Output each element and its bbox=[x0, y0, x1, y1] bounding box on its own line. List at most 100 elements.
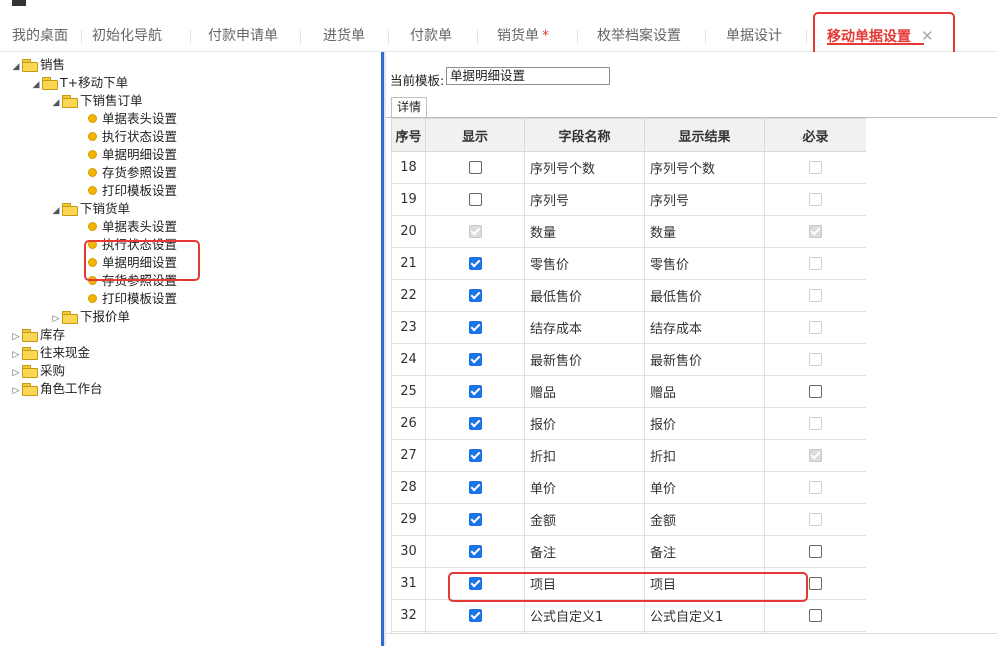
display-result-cell[interactable]: 项目 bbox=[644, 567, 765, 600]
collapsed-triangle-icon[interactable]: ▷ bbox=[11, 382, 21, 400]
tree-leaf-delivery-status-settings[interactable]: 执行状态设置 bbox=[88, 236, 177, 254]
active-tab-underline bbox=[827, 43, 924, 45]
display-result-cell[interactable]: 最低售价 bbox=[644, 279, 765, 312]
tab-my-desktop[interactable]: 我的桌面 bbox=[12, 22, 68, 50]
show-checkbox[interactable] bbox=[468, 385, 482, 398]
leaf-dot-icon bbox=[88, 240, 97, 249]
tab-mobile-document-settings[interactable]: 移动单据设置 ✕ bbox=[827, 22, 934, 50]
required-checkbox[interactable] bbox=[809, 385, 822, 398]
show-checkbox[interactable] bbox=[468, 193, 482, 206]
field-name-cell: 赠品 bbox=[524, 375, 645, 408]
tab-sales-delivery[interactable]: 销货单 * bbox=[497, 22, 549, 50]
display-result-cell[interactable]: 公式自定义1 bbox=[644, 599, 765, 632]
tree-node-sales-delivery[interactable]: ◢ 下销货单 bbox=[51, 200, 130, 218]
tree-node-sales-order[interactable]: ◢ 下销售订单 bbox=[51, 92, 143, 110]
tree-leaf-order-detail-settings[interactable]: 单据明细设置 bbox=[88, 146, 177, 164]
tree-node-label: 销售 bbox=[40, 57, 66, 72]
column-header-no: 序号 bbox=[391, 118, 426, 152]
tab-document-design[interactable]: 单据设计 bbox=[726, 22, 782, 50]
folder-icon bbox=[42, 77, 58, 90]
display-result-cell[interactable]: 金额 bbox=[644, 503, 765, 536]
required-cell bbox=[764, 471, 866, 504]
display-result-cell[interactable]: 序列号个数 bbox=[644, 151, 765, 184]
tab-divider bbox=[300, 30, 301, 44]
show-checkbox[interactable] bbox=[468, 449, 482, 462]
display-result-cell[interactable]: 赠品 bbox=[644, 375, 765, 408]
show-checkbox[interactable] bbox=[468, 257, 482, 270]
tree-node-sales[interactable]: ◢ 销售 bbox=[11, 56, 65, 74]
display-result-cell[interactable]: 单价 bbox=[644, 471, 765, 504]
tab-init-navigation[interactable]: 初始化导航 bbox=[92, 22, 162, 50]
display-result-cell[interactable]: 最新售价 bbox=[644, 343, 765, 376]
tab-label: 付款申请单 bbox=[208, 28, 278, 44]
tree-leaf-delivery-print-template[interactable]: 打印模板设置 bbox=[88, 290, 177, 308]
tab-enum-archive-settings[interactable]: 枚举档案设置 bbox=[597, 22, 681, 50]
tab-payment-request[interactable]: 付款申请单 bbox=[208, 22, 278, 50]
show-checkbox[interactable] bbox=[468, 545, 482, 558]
required-cell bbox=[764, 439, 866, 472]
tree-node-role-workbench[interactable]: ▷ 角色工作台 bbox=[11, 380, 103, 398]
show-checkbox[interactable] bbox=[468, 609, 482, 622]
tree-leaf-delivery-detail-settings[interactable]: 单据明细设置 bbox=[88, 254, 177, 272]
display-result-cell[interactable]: 零售价 bbox=[644, 247, 765, 280]
tab-divider bbox=[388, 30, 389, 44]
leaf-dot-icon bbox=[88, 114, 97, 123]
required-cell bbox=[764, 503, 866, 536]
tab-divider bbox=[577, 30, 578, 44]
tree-node-inventory[interactable]: ▷ 库存 bbox=[11, 326, 65, 344]
expanded-triangle-icon[interactable]: ◢ bbox=[11, 58, 21, 76]
display-result-cell[interactable]: 数量 bbox=[644, 215, 765, 248]
tree-leaf-order-header-settings[interactable]: 单据表头设置 bbox=[88, 110, 177, 128]
tab-divider bbox=[190, 30, 191, 44]
show-checkbox[interactable] bbox=[468, 353, 482, 366]
table-row: 32 公式自定义1 公式自定义1 bbox=[391, 599, 866, 632]
tree-node-cash[interactable]: ▷ 往来现金 bbox=[11, 344, 90, 362]
tab-detail[interactable]: 详情 bbox=[391, 97, 427, 117]
tab-label: 我的桌面 bbox=[12, 28, 68, 44]
display-result-cell[interactable]: 备注 bbox=[644, 535, 765, 568]
required-checkbox[interactable] bbox=[809, 577, 822, 590]
row-number: 28 bbox=[391, 471, 426, 504]
tree-leaf-delivery-stock-ref-settings[interactable]: 存货参照设置 bbox=[88, 272, 177, 290]
show-cell bbox=[425, 279, 525, 312]
tree-leaf-order-stock-ref-settings[interactable]: 存货参照设置 bbox=[88, 164, 177, 182]
show-checkbox[interactable] bbox=[468, 481, 482, 494]
row-number: 25 bbox=[391, 375, 426, 408]
row-number: 19 bbox=[391, 183, 426, 216]
tree-leaf-delivery-header-settings[interactable]: 单据表头设置 bbox=[88, 218, 177, 236]
row-number: 32 bbox=[391, 599, 426, 632]
tree-node-label: 下报价单 bbox=[80, 309, 131, 324]
tree-leaf-order-status-settings[interactable]: 执行状态设置 bbox=[88, 128, 177, 146]
field-name-cell: 公式自定义1 bbox=[524, 599, 645, 632]
tab-label: 付款单 bbox=[410, 28, 452, 44]
expanded-triangle-icon[interactable]: ◢ bbox=[31, 76, 41, 94]
required-cell bbox=[764, 407, 866, 440]
tab-payment[interactable]: 付款单 bbox=[410, 22, 452, 50]
expanded-triangle-icon[interactable]: ◢ bbox=[51, 94, 61, 112]
required-checkbox bbox=[809, 481, 822, 494]
expanded-triangle-icon[interactable]: ◢ bbox=[51, 202, 61, 220]
column-header-field: 字段名称 bbox=[524, 118, 645, 152]
tab-purchase-receipt[interactable]: 进货单 bbox=[323, 22, 365, 50]
folder-icon bbox=[22, 347, 38, 360]
tree-node-label: 下销货单 bbox=[80, 201, 131, 216]
show-checkbox[interactable] bbox=[468, 577, 482, 590]
display-result-cell[interactable]: 报价 bbox=[644, 407, 765, 440]
display-result-cell[interactable]: 折扣 bbox=[644, 439, 765, 472]
required-checkbox[interactable] bbox=[809, 609, 822, 622]
show-checkbox[interactable] bbox=[468, 513, 482, 526]
template-input[interactable] bbox=[446, 67, 610, 85]
show-checkbox[interactable] bbox=[468, 161, 482, 174]
table-row: 21 零售价 零售价 bbox=[391, 247, 866, 280]
display-result-cell[interactable]: 序列号 bbox=[644, 183, 765, 216]
tree-leaf-order-print-template[interactable]: 打印模板设置 bbox=[88, 182, 177, 200]
display-result-cell[interactable]: 结存成本 bbox=[644, 311, 765, 344]
required-checkbox[interactable] bbox=[809, 545, 822, 558]
show-checkbox[interactable] bbox=[468, 289, 482, 302]
show-checkbox[interactable] bbox=[468, 321, 482, 334]
tree-node-quote[interactable]: ▷ 下报价单 bbox=[51, 308, 130, 326]
tree-leaf-label: 打印模板设置 bbox=[102, 183, 178, 198]
show-checkbox[interactable] bbox=[468, 417, 482, 430]
tree-node-purchase[interactable]: ▷ 采购 bbox=[11, 362, 65, 380]
tree-node-tplus-mobile[interactable]: ◢ T+移动下单 bbox=[31, 74, 128, 92]
